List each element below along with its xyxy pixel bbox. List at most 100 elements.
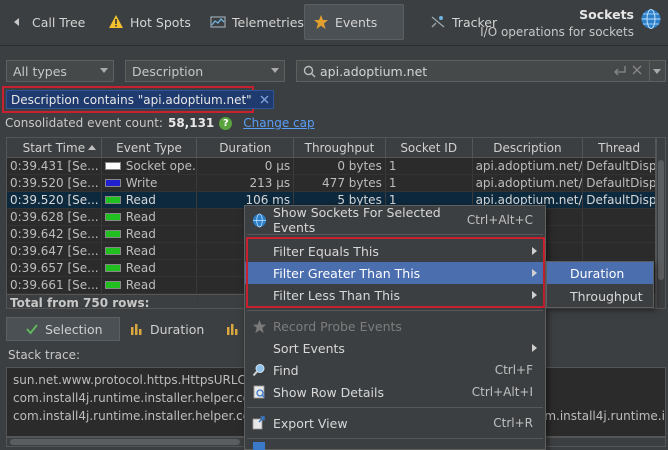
table-cell-start: 0:39.520 [Se... xyxy=(7,175,102,191)
cell-text: 0:39.661 [Se... xyxy=(10,278,99,292)
scrollbar-thumb[interactable] xyxy=(658,160,664,280)
view-title: Sockets xyxy=(579,7,634,22)
cell-text: 213 μs xyxy=(249,176,291,190)
menu-separator xyxy=(247,234,543,235)
menu-item-sort-events[interactable]: Sort Events xyxy=(245,337,545,359)
table-cell-thread xyxy=(583,226,655,242)
table-cell-thread: DefaultDispa... xyxy=(583,192,655,208)
stack-trace-label: Stack trace: xyxy=(8,348,81,362)
stack-frame[interactable]: com.install4j.runtime.installer.helper.c… xyxy=(13,409,277,423)
change-cap-link[interactable]: Change cap xyxy=(243,116,314,130)
table-cell-type: Read xyxy=(102,209,198,225)
event-type-combo[interactable]: All types xyxy=(6,60,114,82)
menu-label: Show Row Details xyxy=(273,384,385,400)
cell-text: api.adoptium.net/... xyxy=(475,176,584,190)
enter-icon[interactable] xyxy=(613,64,627,78)
cell-text: 0:39.647 [Se... xyxy=(10,244,99,258)
cell-text: Read xyxy=(125,261,156,275)
cell-text: 477 bytes xyxy=(322,176,382,190)
search-icon xyxy=(303,65,316,78)
submenu-arrow-icon xyxy=(532,344,537,352)
table-cell-start: 0:39.642 [Se... xyxy=(7,226,102,242)
close-icon[interactable] xyxy=(631,64,643,76)
menu-item-export-view[interactable]: Export View Ctrl+R xyxy=(245,412,545,434)
menu-item-partial[interactable] xyxy=(245,442,545,450)
col-throughput[interactable]: Throughput xyxy=(294,138,386,157)
tab-label: Selection xyxy=(45,321,103,337)
column-label: Start Time xyxy=(22,140,86,155)
cell-text: 1 xyxy=(388,176,397,190)
menu-separator xyxy=(247,310,543,311)
col-start-time[interactable]: Start Time xyxy=(7,138,102,157)
stack-frame[interactable]: com.install4j.runtime.installer.helper.c… xyxy=(13,391,277,405)
table-cell-start: 0:39.628 [Se... xyxy=(7,209,102,225)
tab-duration[interactable]: Duration xyxy=(120,317,214,341)
cell-text: 0:39.520 [Se... xyxy=(10,193,99,207)
table-cell-start: 0:39.657 [Se... xyxy=(7,260,102,276)
cell-text: Socket ope... xyxy=(125,159,198,173)
col-thread[interactable]: Thread xyxy=(583,138,655,157)
search-history-dropdown[interactable] xyxy=(650,60,666,82)
event-color-swatch xyxy=(104,162,121,170)
tab-call-tree[interactable]: Call Tree xyxy=(2,4,93,40)
tab-selection[interactable]: Selection xyxy=(6,317,120,341)
col-event-type[interactable]: Event Type xyxy=(102,138,198,157)
table-cell-type: Read xyxy=(102,277,198,293)
stack-frame-column[interactable]: om.install4j.runtime.i xyxy=(537,409,665,423)
search-input[interactable]: api.adoptium.net xyxy=(296,60,650,82)
scrollbar-thumb[interactable] xyxy=(10,439,240,445)
highlight-frame xyxy=(246,237,545,308)
tab-telemetries[interactable]: Telemetries xyxy=(202,4,312,40)
tab-label: Call Tree xyxy=(32,14,86,30)
sort-ascending-icon xyxy=(87,145,96,150)
table-row[interactable]: 0:39.431 [Se... Socket ope... 0 μs 0 bytes 1… xyxy=(7,158,655,175)
cell-text: 0:39.642 [Se... xyxy=(10,227,99,241)
column-label: Event Type xyxy=(116,140,182,155)
help-icon[interactable]: ? xyxy=(219,116,233,130)
col-duration[interactable]: Duration xyxy=(197,138,295,157)
table-header: Start Time Event Type Duration Throughpu… xyxy=(7,138,655,158)
menu-separator xyxy=(247,438,543,439)
count-value: 58,131 xyxy=(167,116,215,130)
event-count-bar: Consolidated event count: 58,131 ? Chang… xyxy=(5,116,315,130)
column-label: Description xyxy=(493,140,562,155)
stack-frame[interactable]: sun.net.www.protocol.https.HttpsURLConne xyxy=(13,373,276,387)
close-icon[interactable] xyxy=(260,95,269,104)
filter-submenu: Duration Throughput xyxy=(546,261,654,308)
column-label: Throughput xyxy=(304,140,375,155)
table-cell-desc: api.adoptium.net/... xyxy=(473,175,584,191)
filter-column-combo[interactable]: Description xyxy=(125,60,285,82)
tab-hot-spots[interactable]: Hot Spots xyxy=(100,4,199,40)
table-cell-duration: 0 μs xyxy=(197,158,295,174)
table-row[interactable]: 0:39.520 [Se... Write 213 μs 477 bytes 1 api.… xyxy=(7,175,655,192)
table-cell-throughput: 477 bytes xyxy=(294,175,386,191)
cell-text: DefaultDispa... xyxy=(586,193,655,207)
tab-throughput[interactable] xyxy=(220,317,246,341)
column-label: Thread xyxy=(598,140,641,155)
menu-shortcut: Ctrl+Alt+C xyxy=(466,213,533,227)
submenu-item-duration[interactable]: Duration xyxy=(547,262,653,284)
event-color-swatch xyxy=(104,230,121,238)
menu-shortcut: Ctrl+F xyxy=(494,363,533,377)
col-description[interactable]: Description xyxy=(473,138,584,157)
event-color-swatch xyxy=(104,213,121,221)
submenu-item-throughput[interactable]: Throughput xyxy=(547,285,653,307)
col-socket-id[interactable]: Socket ID xyxy=(386,138,473,157)
cell-text: DefaultDispa... xyxy=(586,176,655,190)
cell-text: Write xyxy=(125,176,158,190)
tab-events[interactable]: Events xyxy=(304,4,404,40)
tab-label: Telemetries xyxy=(232,14,304,30)
menu-shortcut: Ctrl+R xyxy=(493,416,533,430)
cell-text: 0:39.520 [Se... xyxy=(10,176,99,190)
table-cell-start: 0:39.661 [Se... xyxy=(7,277,102,293)
table-cell-type: Write xyxy=(102,175,198,191)
menu-item-show-sockets[interactable]: Show Sockets For Selected Events Ctrl+Al… xyxy=(245,205,545,235)
menu-item-record-probe[interactable]: Record Probe Events xyxy=(245,315,545,337)
cell-text: DefaultDispa... xyxy=(586,159,655,173)
total-label: Total from 750 rows: xyxy=(7,295,198,308)
table-cell-thread: DefaultDispa... xyxy=(583,175,655,191)
count-label: Consolidated event count: xyxy=(5,116,163,130)
menu-item-show-row-details[interactable]: Show Row Details Ctrl+Alt+I xyxy=(245,381,545,403)
menu-item-find[interactable]: Find Ctrl+F xyxy=(245,359,545,381)
active-filter-chip[interactable]: Description contains "api.adoptium.net" xyxy=(6,90,274,109)
